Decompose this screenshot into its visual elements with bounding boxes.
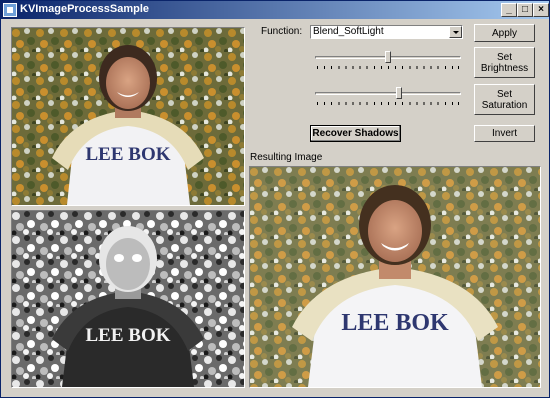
set-saturation-button[interactable]: Set Saturation bbox=[474, 84, 535, 115]
close-button[interactable]: × bbox=[533, 3, 549, 17]
window-title: KVImageProcessSample bbox=[20, 3, 150, 15]
saturation-slider-track bbox=[315, 92, 461, 95]
maximize-button[interactable]: □ bbox=[517, 3, 533, 17]
function-dropdown-value: Blend_SoftLight bbox=[313, 26, 384, 37]
inverted-image: LEE BOK bbox=[11, 210, 245, 388]
apply-button[interactable]: Apply bbox=[474, 24, 535, 42]
invert-button[interactable]: Invert bbox=[474, 125, 535, 142]
shirt-lettering-result: LEE BOK bbox=[341, 310, 449, 336]
saturation-slider-ticks bbox=[317, 102, 459, 105]
brightness-slider-ticks bbox=[317, 66, 459, 69]
resulting-image-label: Resulting Image bbox=[250, 152, 323, 163]
shirt-lettering-inverted: LEE BOK bbox=[86, 325, 171, 346]
brightness-slider[interactable] bbox=[315, 51, 461, 71]
brightness-slider-thumb[interactable] bbox=[385, 51, 391, 63]
shirt-lettering: LEE BOK bbox=[86, 144, 171, 165]
app-window: KVImageProcessSample _ □ × LEE BOK LEE B… bbox=[0, 0, 550, 398]
resulting-image: LEE BOK bbox=[249, 166, 541, 388]
app-icon bbox=[3, 3, 17, 17]
function-label: Function: bbox=[261, 26, 303, 37]
recover-shadows-button[interactable]: Recover Shadows bbox=[310, 125, 401, 142]
function-dropdown[interactable]: Blend_SoftLight bbox=[310, 25, 463, 39]
title-bar[interactable]: KVImageProcessSample _ □ × bbox=[1, 1, 549, 19]
saturation-slider-thumb[interactable] bbox=[396, 87, 402, 99]
minimize-button[interactable]: _ bbox=[501, 3, 517, 17]
chevron-down-icon[interactable] bbox=[449, 26, 462, 38]
original-image: LEE BOK bbox=[11, 27, 245, 206]
set-brightness-button[interactable]: Set Brightness bbox=[474, 47, 535, 78]
saturation-slider[interactable] bbox=[315, 87, 461, 107]
